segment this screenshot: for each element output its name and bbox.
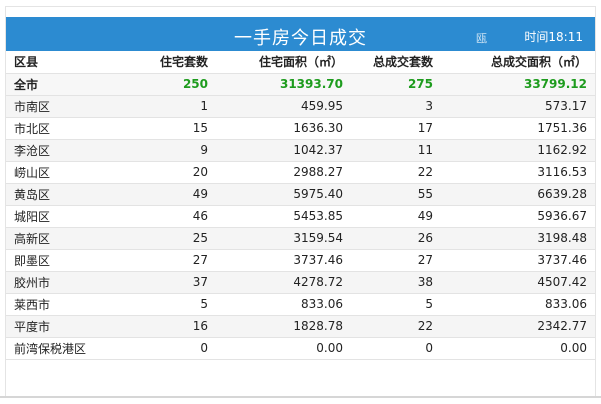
total-row: 全市 250 31393.70 275 33799.12: [6, 73, 595, 96]
cell-total-area: 3737.46: [441, 249, 595, 272]
cell-total-units: 27: [351, 249, 441, 272]
title-bar: 一手房今日成交 瓯 时间18:11: [6, 17, 595, 51]
cell-total-units: 5: [351, 293, 441, 316]
cell-district: 莱西市: [6, 293, 126, 316]
table-row: 崂山区 20 2988.27 22 3116.53: [6, 161, 595, 184]
cell-district: 前湾保税港区: [6, 337, 126, 360]
cell-total-units: 49: [351, 205, 441, 228]
cell-residential-units: 9: [126, 139, 216, 162]
cell-residential-units: 16: [126, 315, 216, 338]
cell-total-units: 38: [351, 271, 441, 294]
cell-district: 胶州市: [6, 271, 126, 294]
cell-total-area: 2342.77: [441, 315, 595, 338]
cell-residential-area: 833.06: [216, 293, 351, 316]
table-row: 市南区 1 459.95 3 573.17: [6, 95, 595, 118]
total-area: 33799.12: [441, 73, 595, 96]
watermark-glyph: 瓯: [476, 32, 487, 45]
cell-residential-area: 1828.78: [216, 315, 351, 338]
cell-residential-units: 0: [126, 337, 216, 360]
table-row: 胶州市 37 4278.72 38 4507.42: [6, 271, 595, 294]
header-residential-area: 住宅面积（㎡）: [216, 51, 351, 74]
cell-total-area: 1162.92: [441, 139, 595, 162]
cell-total-area: 5936.67: [441, 205, 595, 228]
header-district: 区县: [6, 51, 126, 74]
cell-residential-units: 25: [126, 227, 216, 250]
cell-residential-units: 1: [126, 95, 216, 118]
table-row: 黄岛区 49 5975.40 55 6639.28: [6, 183, 595, 206]
cell-district: 平度市: [6, 315, 126, 338]
table-row: 即墨区 27 3737.46 27 3737.46: [6, 249, 595, 272]
cell-district: 城阳区: [6, 205, 126, 228]
cell-total-area: 1751.36: [441, 117, 595, 140]
cell-total-area: 0.00: [441, 337, 595, 360]
total-residential-units: 250: [126, 73, 216, 96]
table-row: 莱西市 5 833.06 5 833.06: [6, 293, 595, 316]
cell-total-area: 3198.48: [441, 227, 595, 250]
cell-residential-units: 49: [126, 183, 216, 206]
report-panel: 一手房今日成交 瓯 时间18:11 区县 住宅套数 住宅面积（㎡） 总成交套数 …: [5, 6, 596, 398]
cell-district: 崂山区: [6, 161, 126, 184]
update-time: 时间18:11: [524, 30, 583, 44]
cell-residential-area: 3159.54: [216, 227, 351, 250]
cell-district: 市北区: [6, 117, 126, 140]
cell-district: 黄岛区: [6, 183, 126, 206]
cell-total-units: 26: [351, 227, 441, 250]
cell-total-units: 0: [351, 337, 441, 360]
cell-total-area: 573.17: [441, 95, 595, 118]
cell-total-area: 6639.28: [441, 183, 595, 206]
table-row: 城阳区 46 5453.85 49 5936.67: [6, 205, 595, 228]
cell-residential-units: 20: [126, 161, 216, 184]
cell-residential-area: 0.00: [216, 337, 351, 360]
cell-residential-units: 27: [126, 249, 216, 272]
cell-total-units: 55: [351, 183, 441, 206]
cell-residential-area: 3737.46: [216, 249, 351, 272]
total-residential-area: 31393.70: [216, 73, 351, 96]
page-title: 一手房今日成交: [234, 28, 367, 49]
cell-residential-units: 46: [126, 205, 216, 228]
sales-table: 区县 住宅套数 住宅面积（㎡） 总成交套数 总成交面积（㎡） 全市 250 31…: [6, 51, 595, 360]
cell-district: 高新区: [6, 227, 126, 250]
cell-district: 李沧区: [6, 139, 126, 162]
cell-total-area: 3116.53: [441, 161, 595, 184]
cell-residential-area: 459.95: [216, 95, 351, 118]
cell-residential-units: 5: [126, 293, 216, 316]
bottom-divider: [0, 396, 601, 398]
header-total-area: 总成交面积（㎡）: [441, 51, 595, 74]
cell-total-units: 17: [351, 117, 441, 140]
cell-residential-area: 1042.37: [216, 139, 351, 162]
cell-total-units: 22: [351, 315, 441, 338]
cell-residential-area: 5975.40: [216, 183, 351, 206]
cell-residential-area: 4278.72: [216, 271, 351, 294]
table-row: 高新区 25 3159.54 26 3198.48: [6, 227, 595, 250]
total-units: 275: [351, 73, 441, 96]
cell-district: 即墨区: [6, 249, 126, 272]
table-row: 前湾保税港区 0 0.00 0 0.00: [6, 337, 595, 360]
header-residential-units: 住宅套数: [126, 51, 216, 74]
table-row: 市北区 15 1636.30 17 1751.36: [6, 117, 595, 140]
cell-total-units: 22: [351, 161, 441, 184]
cell-residential-area: 5453.85: [216, 205, 351, 228]
cell-residential-area: 1636.30: [216, 117, 351, 140]
cell-total-units: 3: [351, 95, 441, 118]
cell-total-area: 833.06: [441, 293, 595, 316]
table-row: 平度市 16 1828.78 22 2342.77: [6, 315, 595, 338]
cell-residential-units: 15: [126, 117, 216, 140]
header-row: 区县 住宅套数 住宅面积（㎡） 总成交套数 总成交面积（㎡）: [6, 51, 595, 74]
table-row: 李沧区 9 1042.37 11 1162.92: [6, 139, 595, 162]
header-total-units: 总成交套数: [351, 51, 441, 74]
total-label: 全市: [6, 73, 126, 96]
cell-residential-units: 37: [126, 271, 216, 294]
cell-total-area: 4507.42: [441, 271, 595, 294]
cell-residential-area: 2988.27: [216, 161, 351, 184]
cell-district: 市南区: [6, 95, 126, 118]
cell-total-units: 11: [351, 139, 441, 162]
